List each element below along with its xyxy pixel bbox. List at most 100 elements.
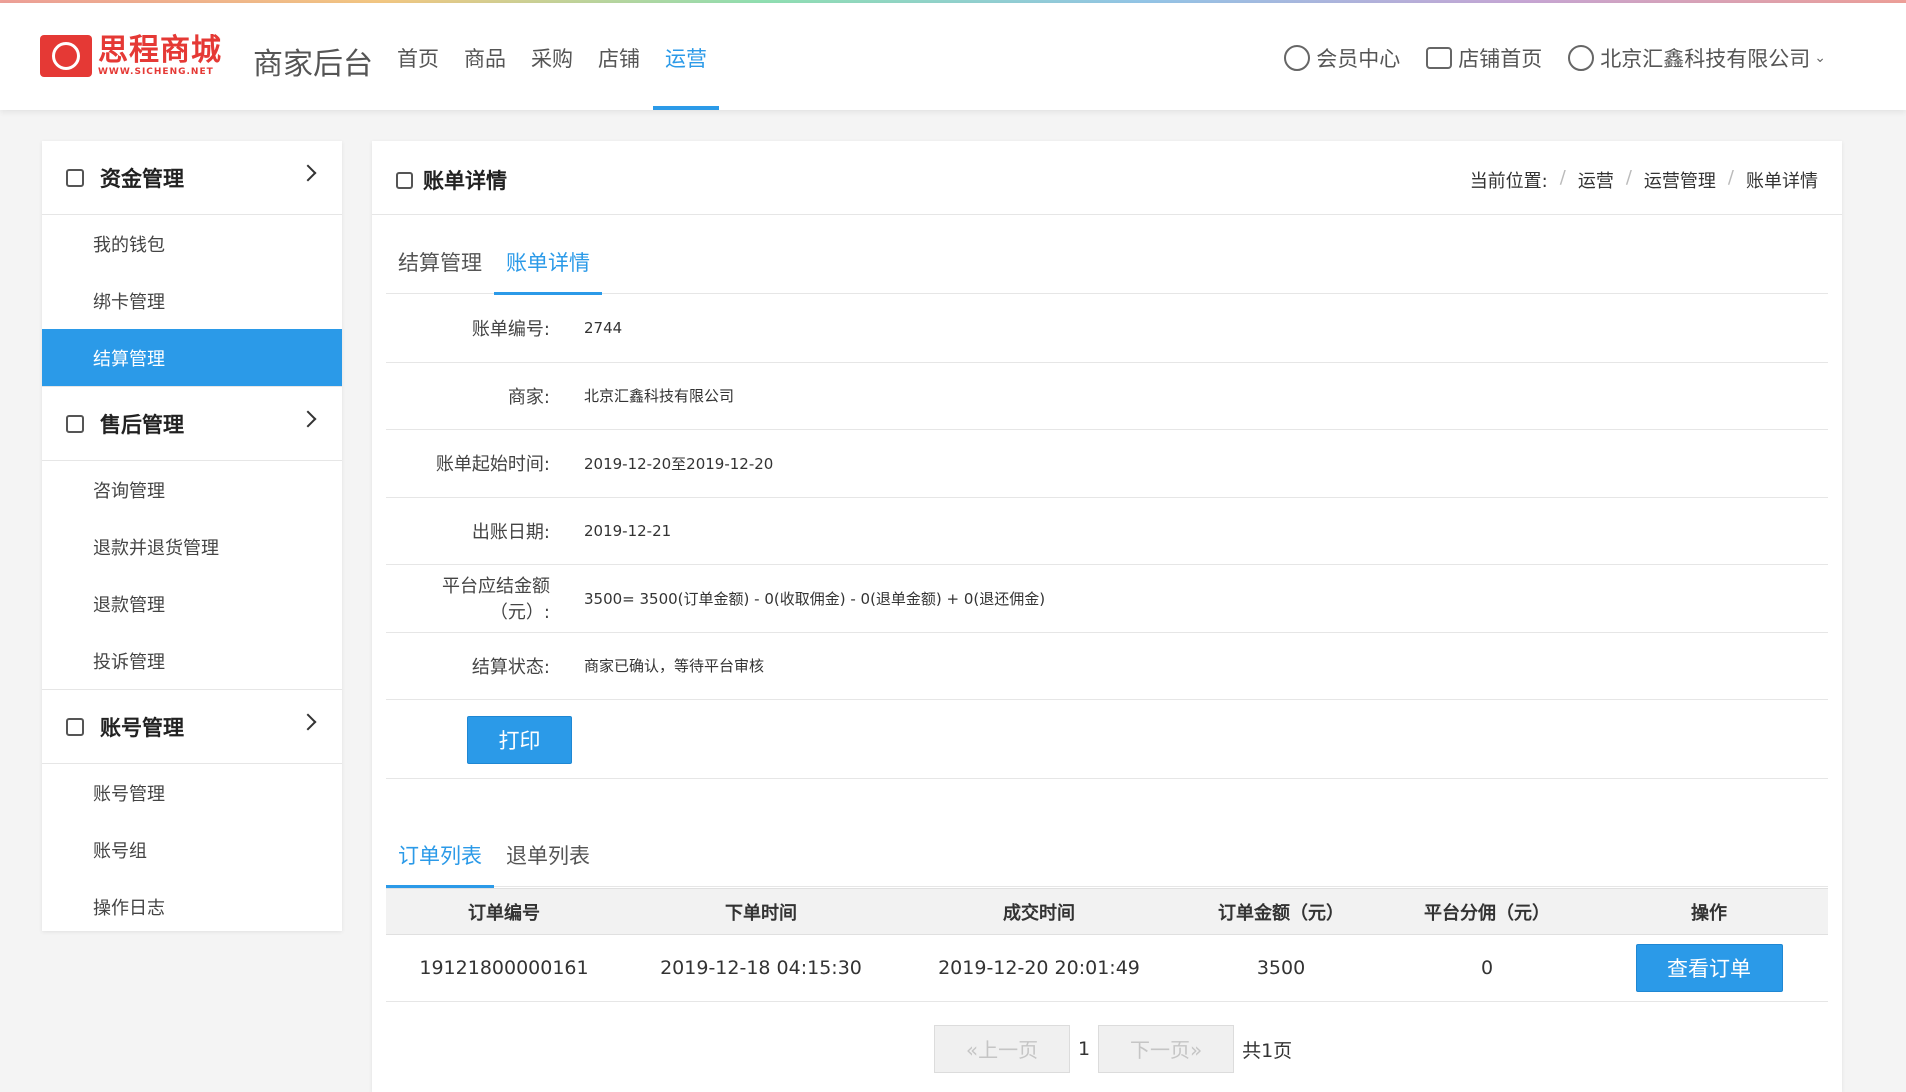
tab-settlement[interactable]: 结算管理 [386,233,494,294]
chevron-right-icon [299,713,317,731]
account-icon [1568,45,1595,71]
sidebar-item-settlement[interactable]: 结算管理 [42,329,342,386]
tab-order-list[interactable]: 订单列表 [386,826,494,888]
column-header-order-no: 订单编号 [386,888,622,935]
sidebar-item-refund[interactable]: 退款管理 [42,575,342,632]
header-user-links: 会员中心 店铺首页 北京汇鑫科技有限公司 ⌄ [1258,43,1826,73]
breadcrumb-separator: / [1559,167,1566,188]
detail-row-bill-no: 账单编号: 2744 [386,295,1828,363]
total-pages: 共1页 [1242,1039,1293,1062]
sidebar-item-wallet[interactable]: 我的钱包 [42,215,342,272]
cell-action: 查看订单 [1590,934,1828,1002]
member-center-link[interactable]: 会员中心 [1284,43,1400,73]
detail-value: 3500= 3500(订单金额) - 0(收取佣金) - 0(退单金额) + 0… [584,589,1046,608]
nav-item-purchase[interactable]: 采购 [531,43,573,110]
sidebar-group-title: 售后管理 [100,412,184,437]
column-header-amount: 订单金额（元） [1178,888,1384,935]
prev-page-button[interactable]: «上一页 [934,1025,1070,1073]
sidebar-group-funds[interactable]: 资金管理 [42,141,342,215]
sidebar-group-title: 资金管理 [100,166,184,191]
site-logo[interactable]: 思程商城 WWW.SICHENG.NET [40,33,222,79]
view-order-button[interactable]: 查看订单 [1635,944,1783,992]
member-center-label: 会员中心 [1316,47,1401,71]
detail-label: 账单起始时间: [435,454,550,476]
page-title: 账单详情 [423,169,507,193]
sidebar-item-bind-card[interactable]: 绑卡管理 [42,272,342,329]
current-page-number[interactable]: 1 [1078,1038,1090,1060]
sidebar-item-refund-return[interactable]: 退款并退货管理 [42,518,342,575]
sidebar-item-account-manage[interactable]: 账号管理 [42,764,342,821]
list-tabs: 订单列表 退单列表 [386,826,1828,888]
company-name: 北京汇鑫科技有限公司 [1600,47,1811,71]
sidebar-item-complaint[interactable]: 投诉管理 [42,632,342,689]
detail-label: 商家: [507,386,550,408]
column-header-commission: 平台分佣（元） [1384,888,1590,935]
tab-refund-list[interactable]: 退单列表 [494,826,602,887]
main-nav: 首页 商品 采购 店铺 运营 [397,43,732,110]
column-header-action: 操作 [1590,888,1828,935]
sidebar-group-after-sales[interactable]: 售后管理 [42,387,342,461]
logo-mark-icon [40,35,92,77]
cell-order-no: 19121800000161 [386,934,622,1002]
chevron-down-icon: ⌄ [1814,50,1826,66]
logo-subtext: WWW.SICHENG.NET [98,67,214,77]
sidebar-item-account-group[interactable]: 账号组 [42,821,342,878]
print-row: 打印 [386,700,1828,779]
sidebar: 资金管理 我的钱包 绑卡管理 结算管理 售后管理 咨询管理 退款并退货管理 退款… [42,141,342,931]
detail-row-period: 账单起始时间: 2019-12-20至2019-12-20 [386,430,1828,498]
nav-item-operation[interactable]: 运营 [653,43,719,110]
tab-bill-detail[interactable]: 账单详情 [494,233,602,295]
sidebar-item-operation-log[interactable]: 操作日志 [42,878,342,935]
account-group-icon [66,717,84,736]
brand-title: 商家后台 [253,47,373,82]
column-header-order-time: 下单时间 [622,888,900,935]
cell-commission: 0 [1384,934,1590,1002]
nav-item-goods[interactable]: 商品 [464,43,506,110]
chevron-right-icon [299,410,317,428]
bill-detail-list: 账单编号: 2744 商家: 北京汇鑫科技有限公司 账单起始时间: 2019-1… [386,295,1828,700]
breadcrumb-item-operation-manage[interactable]: 运营管理 [1644,167,1716,193]
sidebar-group-items: 我的钱包 绑卡管理 结算管理 [42,215,342,387]
store-home-link[interactable]: 店铺首页 [1426,43,1542,73]
chevron-right-icon [299,164,317,182]
detail-value: 北京汇鑫科技有限公司 [584,387,735,406]
breadcrumb-separator: / [1727,167,1734,188]
sidebar-group-account[interactable]: 账号管理 [42,690,342,764]
detail-label: 出账日期: [471,521,550,543]
detail-row-settle-amount: 平台应结金额（元）: 3500= 3500(订单金额) - 0(收取佣金) - … [386,565,1828,633]
after-sales-icon [66,414,84,433]
pagination: «上一页 1 下一页» 共1页 [934,1025,1292,1073]
detail-row-merchant: 商家: 北京汇鑫科技有限公司 [386,363,1828,430]
store-home-label: 店铺首页 [1458,47,1543,71]
order-table: 订单编号 下单时间 成交时间 订单金额（元） 平台分佣（元） 操作 191218… [386,888,1828,1002]
detail-tabs: 结算管理 账单详情 [386,233,1828,295]
detail-value: 商家已确认，等待平台审核 [584,657,765,676]
next-page-button[interactable]: 下一页» [1098,1025,1235,1073]
print-button[interactable]: 打印 [467,716,572,764]
store-icon [1426,47,1453,69]
detail-label: 平台应结金额（元）: [442,576,550,624]
nav-item-store[interactable]: 店铺 [598,43,640,110]
detail-label: 结算状态: [471,656,550,678]
funds-icon [66,168,84,187]
sidebar-item-consult[interactable]: 咨询管理 [42,461,342,518]
column-header-deal-time: 成交时间 [900,888,1178,935]
cell-deal-time: 2019-12-20 20:01:49 [900,934,1178,1002]
cell-order-time: 2019-12-18 04:15:30 [622,934,900,1002]
sidebar-group-items: 咨询管理 退款并退货管理 退款管理 投诉管理 [42,461,342,690]
breadcrumb-separator: / [1625,167,1632,188]
panel-header: 账单详情 当前位置: / 运营 / 运营管理 / 账单详情 [372,141,1842,215]
breadcrumb-item-operation[interactable]: 运营 [1578,167,1614,193]
detail-row-status: 结算状态: 商家已确认，等待平台审核 [386,633,1828,700]
breadcrumb-item-current: 账单详情 [1746,171,1818,192]
detail-row-bill-date: 出账日期: 2019-12-21 [386,498,1828,565]
table-row: 19121800000161 2019-12-18 04:15:30 2019-… [386,934,1828,1002]
bill-icon [396,171,413,189]
logo-text: 思程商城 [98,33,222,68]
detail-value: 2744 [584,319,623,338]
detail-value: 2019-12-21 [584,521,672,540]
panel-title: 账单详情 [396,165,507,195]
nav-item-home[interactable]: 首页 [397,43,439,110]
company-account-dropdown[interactable]: 北京汇鑫科技有限公司 ⌄ [1568,43,1826,73]
detail-value: 2019-12-20至2019-12-20 [584,454,774,473]
